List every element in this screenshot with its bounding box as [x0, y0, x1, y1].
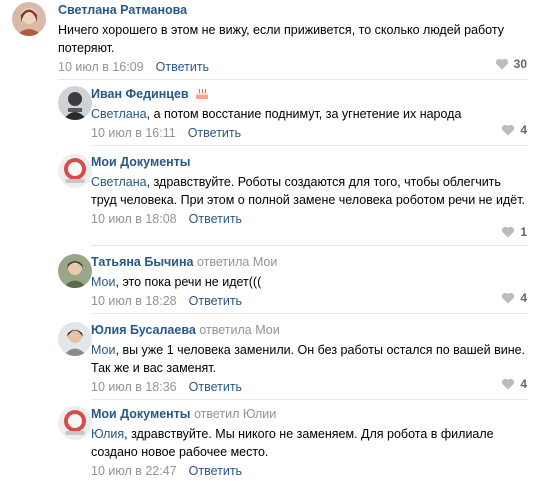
heart-icon [495, 58, 508, 70]
reply-button[interactable]: Ответить [189, 212, 242, 226]
avatar[interactable] [58, 254, 92, 288]
comment-2: Иван Фединцев Светлана, а потом восстани… [0, 86, 541, 146]
reply-button[interactable]: Ответить [189, 380, 242, 394]
divider [91, 245, 527, 246]
comment-text: Юлия, здравствуйте. Мы никого не заменяе… [91, 427, 494, 459]
comment-date[interactable]: 10 июл в 18:08 [91, 212, 177, 226]
comment-4: Татьяна Бычина ответила Мои Мои, это пок… [0, 254, 541, 314]
reply-button[interactable]: Ответить [189, 294, 242, 308]
mention-link[interactable]: Светлана [91, 107, 147, 121]
answered-to-link[interactable]: Мои [253, 255, 278, 269]
comment-date[interactable]: 10 июл в 16:11 [91, 126, 176, 140]
divider [91, 145, 527, 146]
comment-date[interactable]: 10 июл в 18:28 [91, 294, 177, 308]
avatar[interactable] [58, 154, 92, 188]
comment-text: Светлана, здравствуйте. Роботы создаются… [91, 175, 526, 207]
comment-5: Юлия Бусалаева ответила Мои Мои, вы уже … [0, 322, 541, 400]
comment-text: Светлана, а потом восстание поднимут, за… [91, 107, 462, 121]
avatar[interactable] [58, 322, 92, 356]
reply-button[interactable]: Ответить [188, 126, 241, 140]
comment-date[interactable]: 10 июл в 16:09 [58, 60, 144, 74]
mention-link[interactable]: Мои [91, 343, 116, 357]
avatar[interactable] [58, 406, 92, 440]
comment-author[interactable]: Иван Фединцев [91, 87, 189, 101]
comment-text: Мои, вы уже 1 человека заменили. Он без … [91, 343, 526, 375]
avatar[interactable] [12, 2, 46, 36]
comment-author[interactable]: Татьяна Бычина [91, 255, 193, 269]
avatar[interactable] [58, 86, 92, 120]
reply-button[interactable]: Ответить [189, 464, 242, 478]
comment-text: Ничего хорошего в этом не вижу, если при… [58, 23, 504, 55]
answered-to-link[interactable]: Мои [255, 323, 280, 337]
reply-button[interactable]: Ответить [156, 60, 209, 74]
like-button[interactable]: 1 [501, 224, 527, 240]
like-count: 4 [520, 291, 527, 305]
like-count: 30 [513, 57, 527, 71]
mention-link[interactable]: Светлана [91, 175, 147, 189]
cake-icon [196, 89, 209, 99]
answered-label: ответила [196, 255, 250, 269]
comment-author[interactable]: Светлана Ратманова [58, 3, 187, 17]
like-count: 4 [520, 377, 527, 391]
divider [91, 399, 527, 400]
like-count: 4 [520, 123, 527, 137]
comment-3: Мои Документы Светлана, здравствуйте. Ро… [0, 154, 541, 246]
comment-text: Мои, это пока речи не идет((( [91, 275, 262, 289]
comment-6: Мои Документы ответил Юлии Юлия, здравст… [0, 406, 541, 481]
like-button[interactable]: 4 [501, 290, 527, 306]
heart-icon [502, 292, 515, 304]
like-count: 1 [520, 225, 527, 239]
comment-date[interactable]: 10 июл в 22:47 [91, 464, 177, 478]
heart-icon [502, 226, 515, 238]
like-button[interactable]: 4 [501, 122, 527, 138]
comment-date[interactable]: 10 июл в 18:36 [91, 380, 177, 394]
comment-1: Светлана Ратманова Ничего хорошего в это… [0, 0, 541, 80]
divider [91, 313, 527, 314]
answered-label: ответил [193, 407, 240, 421]
comment-author[interactable]: Мои Документы [91, 155, 191, 169]
answered-label: ответила [199, 323, 252, 337]
mention-link[interactable]: Юлия [91, 427, 124, 441]
answered-to-link[interactable]: Юлии [243, 407, 276, 421]
heart-icon [502, 378, 515, 390]
divider [58, 79, 527, 80]
like-button[interactable]: 30 [495, 56, 527, 72]
heart-icon [502, 124, 515, 136]
comment-author[interactable]: Юлия Бусалаева [91, 323, 196, 337]
like-button[interactable]: 4 [501, 376, 527, 392]
comment-author[interactable]: Мои Документы [91, 407, 191, 421]
mention-link[interactable]: Мои [91, 275, 116, 289]
